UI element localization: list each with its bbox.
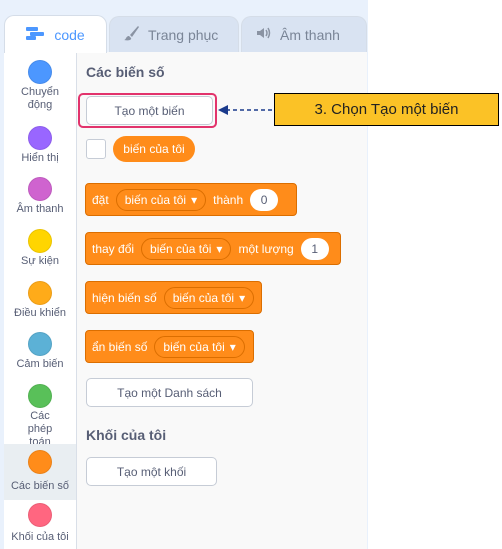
category-sensing[interactable]: Cảm biến (4, 332, 76, 371)
category-sensing-label: Cảm biến (16, 358, 64, 370)
category-control[interactable]: Điều khiển (4, 281, 76, 320)
brush-icon (124, 25, 140, 44)
category-operators-dot (28, 384, 52, 408)
dropdown-label: biến của tôi (163, 339, 225, 354)
caret-down-icon: ▾ (229, 339, 236, 354)
caret-down-icon: ▾ (216, 241, 223, 256)
variable-dropdown[interactable]: biến của tôi ▾ (141, 237, 232, 260)
tab-sounds[interactable]: Âm thanh (241, 16, 367, 52)
value-input[interactable]: 0 (250, 188, 279, 211)
category-variables[interactable]: Các biến số (4, 444, 76, 500)
tab-sounds-label: Âm thanh (280, 26, 340, 43)
variable-reporter[interactable]: biến của tôi (113, 136, 195, 162)
my-blocks-header: Khối của tôi (86, 427, 167, 443)
variable-dropdown[interactable]: biến của tôi ▾ (115, 188, 207, 211)
variable-checkbox[interactable] (86, 139, 106, 159)
category-motion[interactable]: Chuyển động (4, 60, 76, 112)
caret-down-icon: ▾ (191, 192, 198, 207)
category-sound-dot (28, 177, 52, 201)
variable-dropdown[interactable]: biến của tôi ▾ (154, 335, 245, 358)
tab-code-label: code (54, 26, 85, 43)
category-my-blocks[interactable]: Khối của tôi (4, 503, 76, 544)
set-variable-block[interactable]: đặt biến của tôi ▾ thành 0 (85, 183, 297, 216)
show-variable-block[interactable]: hiện biến số biến của tôi ▾ (85, 281, 262, 314)
tab-costumes[interactable]: Trang phục (109, 16, 239, 52)
category-variables-dot (28, 450, 52, 474)
change-variable-block[interactable]: thay đổi biến của tôi ▾ một lượng 1 (85, 232, 341, 265)
show-word: hiện biến số (92, 290, 157, 305)
make-block-button[interactable]: Tạo một khối (86, 457, 217, 486)
dropdown-label: biến của tôi (150, 241, 212, 256)
category-motion-dot (28, 60, 52, 84)
make-list-button[interactable]: Tạo một Danh sách (86, 378, 253, 407)
caret-down-icon: ▾ (239, 290, 246, 305)
category-sound[interactable]: Âm thanh (4, 177, 76, 216)
instruction-callout: 3. Chọn Tạo một biến (274, 93, 499, 126)
category-looks-label: Hiển thị (21, 152, 59, 164)
category-events-dot (28, 229, 52, 253)
tab-costumes-label: Trang phục (148, 26, 219, 43)
category-control-dot (28, 281, 52, 305)
variables-header: Các biến số (86, 64, 165, 80)
tab-code[interactable]: code (4, 15, 107, 53)
to-word: thành (213, 192, 244, 207)
change-word: thay đổi (92, 241, 135, 256)
category-sensing-dot (28, 332, 52, 356)
value-input[interactable]: 1 (300, 237, 329, 260)
category-looks[interactable]: Hiển thị (4, 126, 76, 165)
set-word: đặt (92, 192, 109, 207)
category-my-blocks-dot (28, 503, 52, 527)
category-sound-label: Âm thanh (16, 203, 64, 215)
dropdown-label: biến của tôi (172, 290, 235, 305)
category-variables-label: Các biến số (10, 480, 70, 492)
category-my-blocks-label: Khối của tôi (11, 531, 69, 543)
category-events-label: Sự kiện (21, 255, 59, 267)
hide-word: ẩn biến số (92, 339, 148, 354)
hide-variable-block[interactable]: ẩn biến số biến của tôi ▾ (85, 330, 254, 363)
category-events[interactable]: Sự kiện (4, 229, 76, 268)
category-control-label: Điều khiển (14, 307, 66, 319)
speaker-icon (256, 26, 272, 43)
category-looks-dot (28, 126, 52, 150)
category-motion-label: Chuyển động (21, 86, 59, 111)
code-icon (26, 26, 46, 43)
make-variable-button[interactable]: Tạo một biến (86, 96, 213, 125)
by-word: một lượng (238, 241, 294, 256)
category-operators[interactable]: Các phép toán (4, 384, 76, 449)
dropdown-label: biến của tôi (124, 192, 187, 207)
variable-dropdown[interactable]: biến của tôi ▾ (163, 286, 255, 309)
arrow-icon (218, 105, 274, 115)
